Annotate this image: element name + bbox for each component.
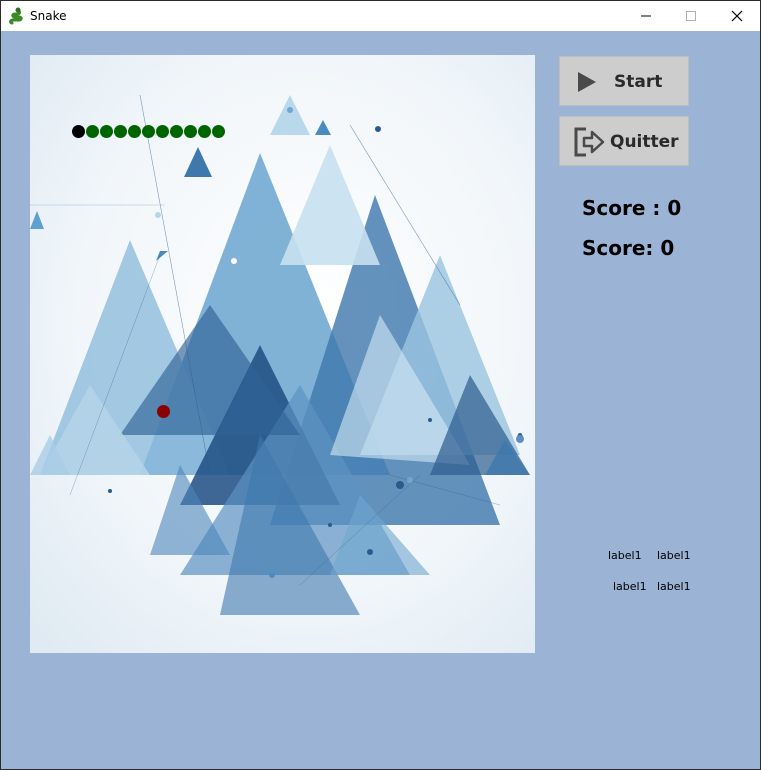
start-button[interactable]: Start — [559, 56, 689, 106]
snake-segment — [100, 125, 113, 138]
snake-segment — [142, 125, 155, 138]
snake-segment — [184, 125, 197, 138]
exit-icon — [574, 127, 605, 157]
minimize-button[interactable] — [623, 1, 669, 31]
quit-button[interactable]: Quitter — [559, 116, 689, 166]
score-label: Score : 0 — [582, 196, 682, 220]
snake-icon — [9, 7, 23, 25]
quit-button-label: Quitter — [610, 132, 679, 152]
close-icon — [731, 10, 743, 22]
score-label-secondary: Score: 0 — [582, 236, 675, 260]
snake-segment — [170, 125, 183, 138]
snake-segment — [156, 125, 169, 138]
play-icon — [578, 72, 596, 92]
title-bar[interactable]: Snake — [1, 1, 760, 31]
start-button-label: Start — [614, 72, 663, 92]
label-1c: label1 — [613, 580, 647, 593]
snake-segment — [86, 125, 99, 138]
snake-segment — [198, 125, 211, 138]
close-button[interactable] — [714, 1, 760, 31]
snake-segment — [128, 125, 141, 138]
game-board[interactable] — [30, 55, 535, 653]
minimize-icon — [641, 15, 651, 17]
window-title: Snake — [30, 9, 67, 23]
snake-head — [72, 125, 85, 138]
maximize-icon — [686, 11, 696, 21]
snake-segment — [114, 125, 127, 138]
board-background-image — [30, 55, 535, 653]
food-pellet — [157, 405, 170, 418]
label-1b: label1 — [657, 549, 691, 562]
label-1d: label1 — [657, 580, 691, 593]
snake-window: Snake Start Quitter Score: 0 Score: 0 l… — [0, 0, 761, 770]
snake-segment — [212, 125, 225, 138]
maximize-button[interactable] — [669, 1, 715, 31]
label-1a: label1 — [608, 549, 642, 562]
